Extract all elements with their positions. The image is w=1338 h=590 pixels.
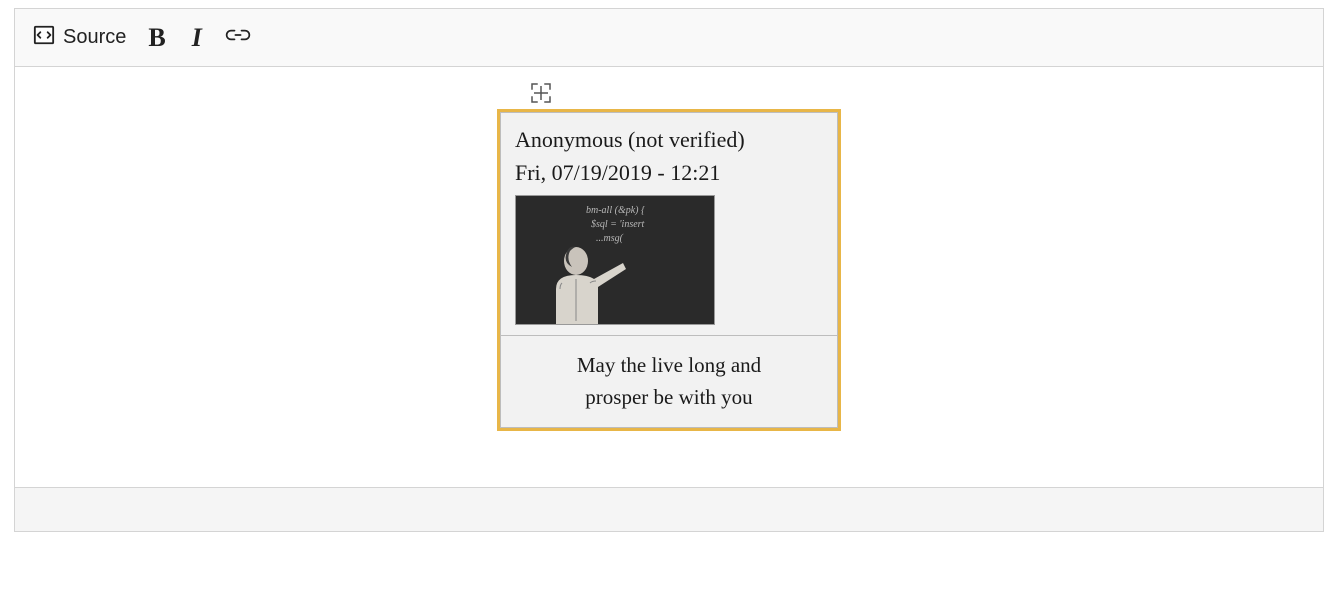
move-handle-icon[interactable] bbox=[529, 81, 553, 105]
bold-button[interactable]: B bbox=[144, 25, 169, 51]
editor-wrapper: Source B I bbox=[14, 8, 1324, 532]
link-icon bbox=[224, 27, 252, 48]
source-button[interactable]: Source bbox=[33, 24, 126, 51]
thumbnail-image: bm-all (&pk) { $sql = 'insert ...msg( bbox=[515, 195, 715, 325]
link-button[interactable] bbox=[224, 27, 252, 48]
block-caption-cell: May the live long and prosper be with yo… bbox=[500, 336, 838, 428]
source-label: Source bbox=[63, 26, 126, 49]
embedded-block[interactable]: Anonymous (not verified) Fri, 07/19/2019… bbox=[497, 109, 841, 431]
editor-toolbar: Source B I bbox=[15, 9, 1323, 67]
date-text: Fri, 07/19/2019 - 12:21 bbox=[515, 156, 823, 189]
source-icon bbox=[33, 24, 55, 51]
caption-line-2: prosper be with you bbox=[521, 382, 817, 414]
author-text: Anonymous (not verified) bbox=[515, 123, 823, 156]
caption-line-1: May the live long and bbox=[521, 350, 817, 382]
person-figure bbox=[538, 239, 628, 324]
editor-content[interactable]: Anonymous (not verified) Fri, 07/19/2019… bbox=[15, 67, 1323, 487]
italic-button[interactable]: I bbox=[188, 25, 206, 51]
block-header-cell: Anonymous (not verified) Fri, 07/19/2019… bbox=[500, 112, 838, 336]
editor-footer bbox=[15, 487, 1323, 531]
